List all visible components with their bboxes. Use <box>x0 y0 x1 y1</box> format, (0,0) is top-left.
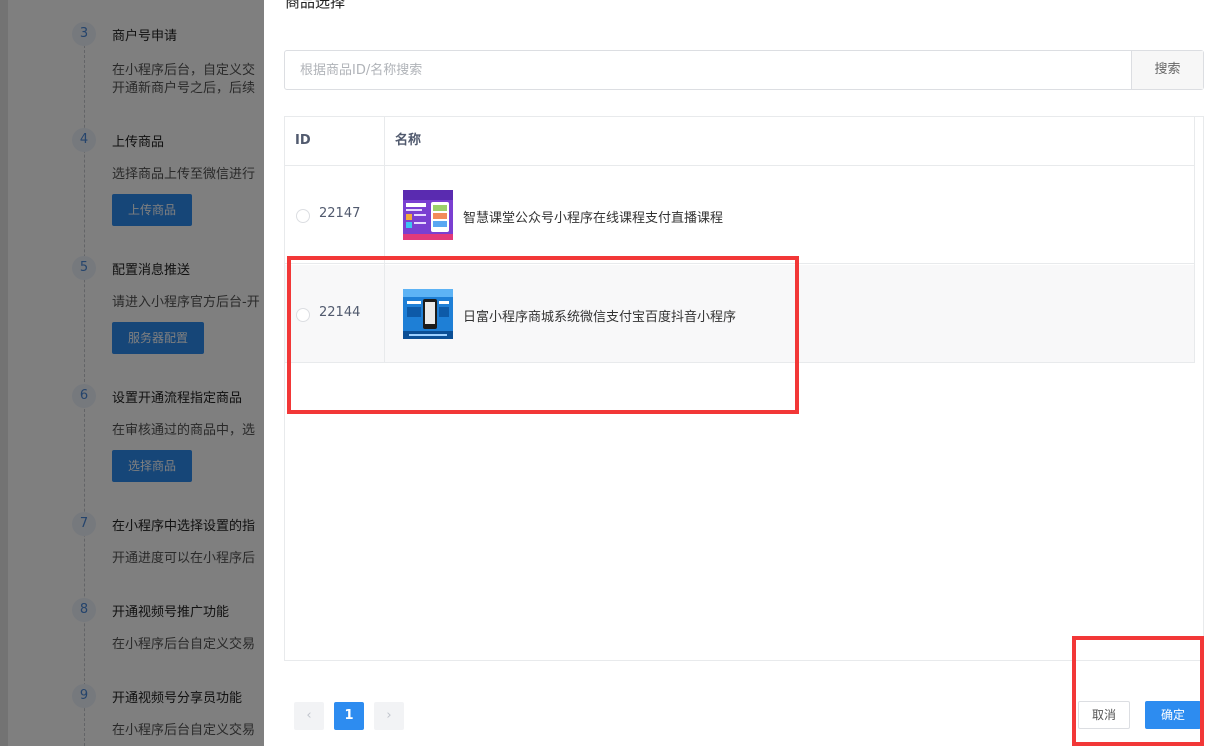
table-row[interactable]: 22147 智慧课堂公众号小程序在线课程支付直播课程 <box>285 166 1195 264</box>
pagination-next-button[interactable]: › <box>374 702 404 730</box>
row-id: 22147 <box>319 206 361 221</box>
row-radio[interactable] <box>296 209 310 223</box>
search-bar: 搜索 <box>284 50 1204 90</box>
goods-table: ID 名称 22147 智慧课堂公众号小程序在线课程支付直播课程 22144 日… <box>284 116 1204 661</box>
search-input[interactable] <box>285 51 1131 89</box>
dialog-title: 商品选择 <box>285 0 346 11</box>
goods-select-dialog: 商品选择 搜索 ID 名称 22147 <box>264 0 1224 746</box>
search-button[interactable]: 搜索 <box>1131 51 1203 89</box>
row-name: 智慧课堂公众号小程序在线课程支付直播课程 <box>463 211 724 226</box>
column-divider <box>384 117 385 363</box>
table-header: ID 名称 <box>285 117 1195 166</box>
table-row[interactable]: 22144 日富小程序商城系统微信支付宝百度抖音小程序 <box>285 265 1195 363</box>
pagination-prev-button[interactable]: ‹ <box>294 702 324 730</box>
table-scroll-divider <box>1194 117 1195 363</box>
column-header-name: 名称 <box>395 133 422 148</box>
row-id: 22144 <box>319 305 361 320</box>
row-radio[interactable] <box>296 308 310 322</box>
cancel-button[interactable]: 取消 <box>1078 701 1130 729</box>
blue-mall-thumbnail <box>403 289 453 339</box>
purple-course-thumbnail <box>403 190 453 240</box>
pagination: ‹ 1 › <box>294 702 404 730</box>
pagination-page-1[interactable]: 1 <box>334 702 364 730</box>
column-header-id: ID <box>295 133 311 148</box>
confirm-button[interactable]: 确定 <box>1145 701 1201 729</box>
row-name: 日富小程序商城系统微信支付宝百度抖音小程序 <box>463 310 737 325</box>
